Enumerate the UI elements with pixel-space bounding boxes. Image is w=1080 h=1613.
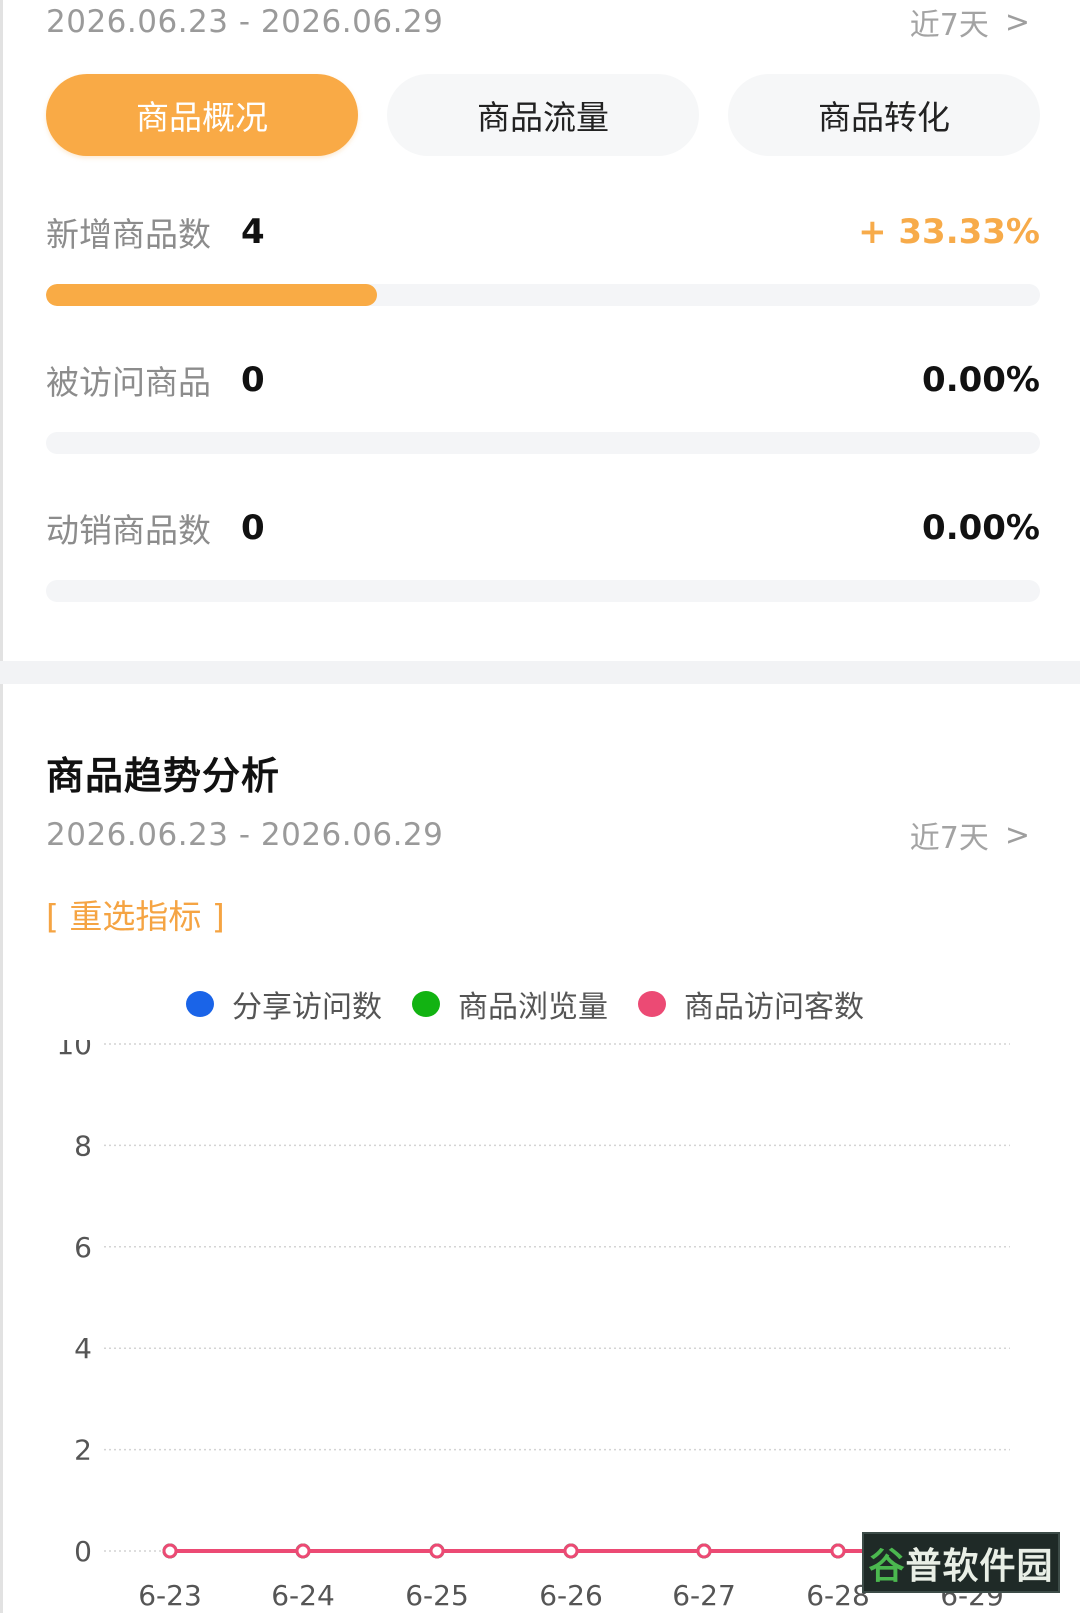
metric-change: + 33.33% xyxy=(858,212,1040,252)
tab-product-traffic[interactable]: 商品流量 xyxy=(387,74,699,156)
trend-date-range: 2026.06.23 - 2026.06.29 xyxy=(46,817,444,853)
metric-change: 0.00% xyxy=(922,360,1040,400)
legend-label: 分享访问数 xyxy=(232,990,382,1025)
trend-date-range-row: 2026.06.23 - 2026.06.29 近7天 > xyxy=(46,813,1030,857)
trend-period-label: 近7天 xyxy=(909,821,989,856)
data-point xyxy=(295,1543,311,1559)
watermark-logo: 谷普软件园 xyxy=(862,1532,1060,1593)
progress-bar-track xyxy=(46,580,1040,602)
metric-label: 动销商品数 xyxy=(46,511,211,550)
y-tick-label: 8 xyxy=(74,1129,92,1162)
trend-period-selector[interactable]: 近7天 > xyxy=(910,813,1030,857)
legend-item-page-views[interactable]: 商品浏览量 xyxy=(412,982,608,1026)
overview-period-label: 近7天 xyxy=(909,8,989,43)
x-tick-label: 6-28 xyxy=(806,1579,870,1612)
data-point xyxy=(563,1543,579,1559)
y-tick-label: 0 xyxy=(74,1535,92,1568)
legend-dot xyxy=(186,991,214,1017)
reselect-metrics-link[interactable]: [ 重选指标 ] xyxy=(46,890,225,938)
y-tick-label: 2 xyxy=(74,1434,92,1467)
progress-bar-track xyxy=(46,432,1040,454)
tab-product-overview[interactable]: 商品概况 xyxy=(46,74,358,156)
progress-bar-fill xyxy=(46,284,378,306)
metric-value: 0 xyxy=(241,508,265,548)
metric-label: 被访问商品 xyxy=(46,363,211,402)
watermark-rest: 普软件园 xyxy=(905,1545,1054,1587)
metric-change: 0.00% xyxy=(922,508,1040,548)
legend-item-share-visits[interactable]: 分享访问数 xyxy=(186,982,382,1026)
x-tick-label: 6-27 xyxy=(672,1579,736,1612)
data-point xyxy=(162,1543,178,1559)
overview-period-selector[interactable]: 近7天 > xyxy=(910,0,1030,44)
legend-label: 商品浏览量 xyxy=(458,990,608,1025)
metric-label: 新增商品数 xyxy=(46,215,211,254)
legend-dot xyxy=(412,991,440,1017)
metric-selling-products: 动销商品数 0 0.00% xyxy=(46,503,1040,602)
y-tick-label: 10 xyxy=(56,1040,92,1061)
legend-dot xyxy=(638,991,666,1017)
data-point xyxy=(696,1543,712,1559)
watermark-first-char: 谷 xyxy=(868,1545,906,1587)
y-tick-label: 4 xyxy=(74,1332,92,1365)
y-tick-label: 6 xyxy=(74,1231,92,1264)
overview-date-range: 2026.06.23 - 2026.06.29 xyxy=(46,4,444,40)
data-point xyxy=(429,1543,445,1559)
overview-date-range-row: 2026.06.23 - 2026.06.29 近7天 > xyxy=(46,0,1030,44)
legend-label: 商品访问客数 xyxy=(684,990,864,1025)
section-divider xyxy=(0,661,1080,684)
chevron-right-icon: > xyxy=(1004,817,1030,853)
overview-tabs: 商品概况 商品流量 商品转化 xyxy=(46,74,1040,156)
x-tick-label: 6-25 xyxy=(405,1579,469,1612)
progress-bar-track xyxy=(46,284,1040,306)
trend-section-title: 商品趋势分析 xyxy=(46,754,281,798)
tab-product-conversion[interactable]: 商品转化 xyxy=(728,74,1040,156)
chevron-right-icon: > xyxy=(1004,4,1030,40)
data-point xyxy=(830,1543,846,1559)
chart-legend: 分享访问数 商品浏览量 商品访问客数 xyxy=(0,982,1080,1026)
metric-value: 4 xyxy=(241,212,265,252)
x-tick-label: 6-26 xyxy=(539,1579,603,1612)
metric-value: 0 xyxy=(241,360,265,400)
trend-line-chart: 02468106-23 6-24 6-25 6-26 6-27 6-28 6-29 xyxy=(56,1040,1010,1612)
x-tick-label: 6-24 xyxy=(271,1579,335,1612)
metric-new-products: 新增商品数 4 + 33.33% xyxy=(46,207,1040,306)
legend-item-visitors[interactable]: 商品访问客数 xyxy=(638,982,864,1026)
metric-visited-products: 被访问商品 0 0.00% xyxy=(46,355,1040,454)
x-tick-label: 6-23 xyxy=(138,1579,202,1612)
